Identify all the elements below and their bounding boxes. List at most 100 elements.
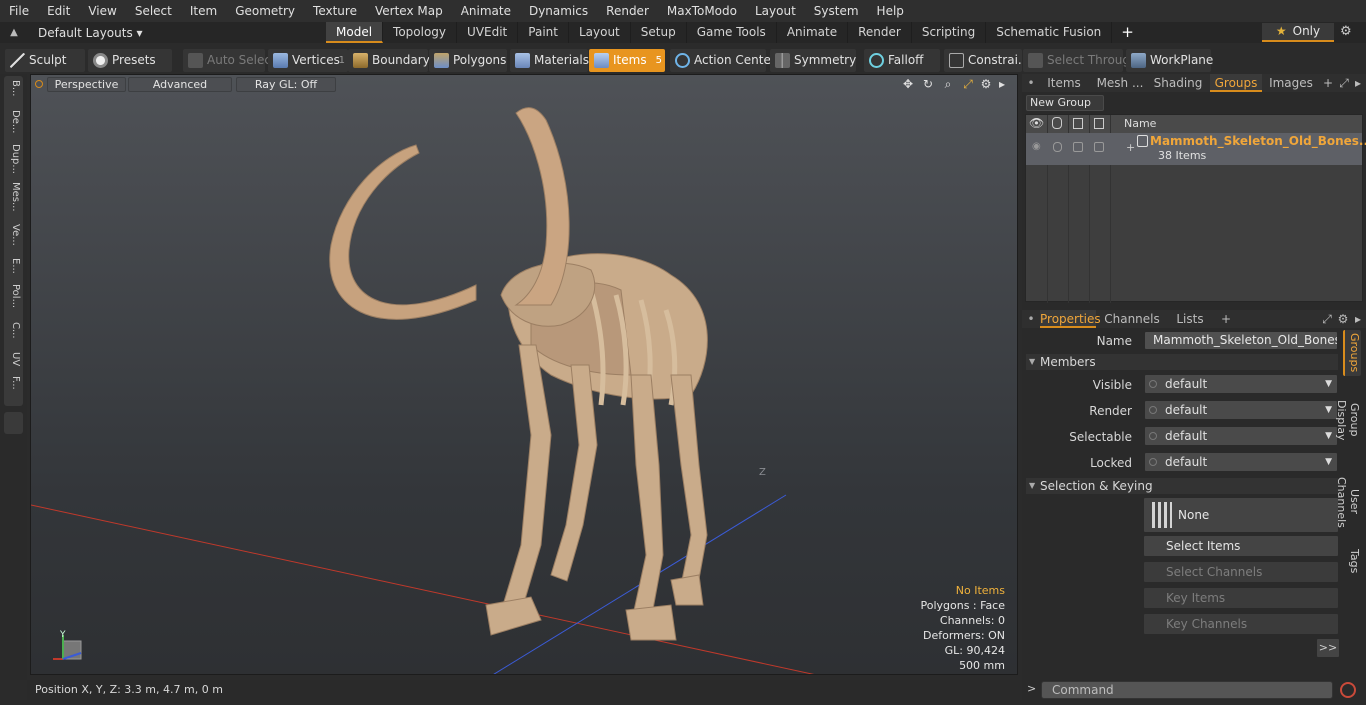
- record-icon[interactable]: [1340, 682, 1356, 698]
- visible-select[interactable]: default ▼: [1144, 374, 1338, 394]
- group-row[interactable]: ◉ + Mammoth_Skeleton_Old_Bones... 38 Ite…: [1026, 133, 1366, 165]
- tab-topology[interactable]: Topology: [383, 22, 458, 43]
- menu-geometry[interactable]: Geometry: [226, 0, 304, 22]
- tab-uvedit[interactable]: UVEdit: [457, 22, 519, 43]
- side-tab-groups[interactable]: Groups: [1343, 330, 1361, 376]
- menu-vertex-map[interactable]: Vertex Map: [366, 0, 452, 22]
- auto-select-button[interactable]: Auto Select: [183, 49, 276, 72]
- lock-icon[interactable]: [1094, 118, 1104, 129]
- falloff-button[interactable]: Falloff: [864, 49, 940, 72]
- tool-category-fusion[interactable]: F...: [6, 376, 21, 390]
- presets-button[interactable]: Presets: [88, 49, 172, 72]
- symmetry-button[interactable]: Symmetry: [770, 49, 856, 72]
- new-group-button[interactable]: New Group: [1026, 95, 1104, 111]
- tool-strip-toggle[interactable]: [4, 412, 23, 434]
- tab-setup[interactable]: Setup: [631, 22, 687, 43]
- render-select[interactable]: default ▼: [1144, 400, 1338, 420]
- menu-dynamics[interactable]: Dynamics: [520, 0, 597, 22]
- boundary-button[interactable]: Boundary: [348, 49, 430, 72]
- panel-menu-dot[interactable]: •: [1025, 74, 1037, 92]
- tab-animate[interactable]: Animate: [777, 22, 849, 43]
- properties-menu-dot[interactable]: •: [1025, 310, 1037, 328]
- ray-gl-button[interactable]: Ray GL: Off: [236, 77, 336, 92]
- group-name[interactable]: Mammoth_Skeleton_Old_Bones...: [1150, 134, 1366, 148]
- move-view-icon[interactable]: ✥: [900, 77, 916, 92]
- selectable-select[interactable]: default ▼: [1144, 426, 1338, 446]
- constrain-button[interactable]: Constrai...: [944, 49, 1029, 72]
- tool-category-mesh[interactable]: Mes...: [6, 182, 21, 212]
- column-name[interactable]: Name: [1124, 117, 1156, 130]
- tab-model[interactable]: Model: [326, 22, 384, 43]
- add-panel-tab-icon[interactable]: +: [1322, 74, 1334, 92]
- panel-arrow-icon[interactable]: ▸: [1352, 74, 1364, 92]
- viewport-settings-icon[interactable]: ⚙: [978, 77, 994, 92]
- properties-gear-icon[interactable]: ⚙: [1336, 310, 1350, 328]
- vertices-button[interactable]: Vertices 1: [268, 49, 348, 72]
- fit-view-icon[interactable]: ⤢: [960, 77, 976, 92]
- zoom-view-icon[interactable]: ⌕: [940, 77, 956, 92]
- group-name-field[interactable]: Mammoth_Skeleton_Old_Bones_Standing: [1144, 331, 1338, 350]
- advanced-shading-button[interactable]: Advanced: [128, 77, 232, 92]
- add-properties-tab-icon[interactable]: +: [1220, 310, 1232, 328]
- panel-expand-icon[interactable]: ⤢: [1337, 74, 1351, 92]
- viewport-menu-dot[interactable]: [35, 80, 43, 88]
- row-eye-icon[interactable]: ◉: [1032, 141, 1041, 152]
- menu-file[interactable]: File: [0, 0, 38, 22]
- side-tab-group-display[interactable]: Group Display: [1335, 382, 1361, 458]
- select-through-button[interactable]: Select Through: [1023, 49, 1138, 72]
- viewport-expand-icon[interactable]: ▸: [994, 77, 1010, 92]
- tab-groups[interactable]: Groups: [1210, 74, 1262, 92]
- 3d-viewport[interactable]: Z Y Perspective Advanced Ray GL: Off ✥ ↻…: [30, 74, 1018, 675]
- menu-render[interactable]: Render: [597, 0, 658, 22]
- sculpt-button[interactable]: Sculpt: [5, 49, 85, 72]
- perspective-button[interactable]: Perspective: [47, 77, 126, 92]
- selectable-icon[interactable]: [1073, 118, 1083, 129]
- tab-scripting[interactable]: Scripting: [912, 22, 987, 43]
- menu-edit[interactable]: Edit: [38, 0, 79, 22]
- tab-lists[interactable]: Lists: [1164, 310, 1216, 328]
- tool-category-b[interactable]: B...: [6, 80, 21, 96]
- key-channels-button[interactable]: Key Channels: [1143, 613, 1339, 635]
- rotate-view-icon[interactable]: ↻: [920, 77, 936, 92]
- items-button[interactable]: Items 5: [589, 49, 665, 72]
- tab-schematic-fusion[interactable]: Schematic Fusion: [986, 22, 1113, 43]
- visibility-eye-icon[interactable]: 👁: [1029, 116, 1044, 130]
- more-button[interactable]: >>: [1316, 638, 1340, 658]
- collapse-up-icon[interactable]: ▲: [0, 27, 28, 38]
- workplane-button[interactable]: WorkPlane: [1126, 49, 1213, 72]
- tool-category-polygon[interactable]: Pol...: [6, 284, 21, 308]
- tool-category-duplicate[interactable]: Dup...: [6, 144, 21, 174]
- row-render-icon[interactable]: [1053, 142, 1062, 152]
- locked-select[interactable]: default ▼: [1144, 452, 1338, 472]
- select-items-button[interactable]: Select Items: [1143, 535, 1339, 557]
- properties-arrow-icon[interactable]: ▸: [1352, 310, 1364, 328]
- tab-render[interactable]: Render: [848, 22, 912, 43]
- gear-icon[interactable]: ⚙: [1340, 24, 1358, 39]
- menu-help[interactable]: Help: [868, 0, 913, 22]
- materials-button[interactable]: Materials: [510, 49, 589, 72]
- group-expander[interactable]: +: [1126, 141, 1135, 154]
- menu-system[interactable]: System: [805, 0, 868, 22]
- key-items-button[interactable]: Key Items: [1143, 587, 1339, 609]
- side-tab-user-channels[interactable]: User Channels: [1335, 464, 1361, 540]
- tool-category-edge[interactable]: E...: [6, 258, 21, 274]
- add-tab-button[interactable]: +: [1112, 22, 1143, 43]
- menu-select[interactable]: Select: [126, 0, 181, 22]
- side-tab-tags[interactable]: Tags: [1343, 546, 1361, 576]
- menu-layout[interactable]: Layout: [746, 0, 805, 22]
- tool-category-curve[interactable]: C...: [6, 322, 21, 339]
- properties-expand-icon[interactable]: ⤢: [1320, 310, 1334, 328]
- command-input[interactable]: Command: [1041, 681, 1333, 699]
- tab-items[interactable]: Items: [1040, 74, 1088, 92]
- layouts-dropdown[interactable]: Default Layouts ▾: [28, 26, 328, 40]
- tab-game-tools[interactable]: Game Tools: [687, 22, 777, 43]
- render-icon[interactable]: [1052, 117, 1062, 129]
- menu-texture[interactable]: Texture: [304, 0, 366, 22]
- polygons-button[interactable]: Polygons: [429, 49, 507, 72]
- tab-shading[interactable]: Shading: [1150, 74, 1206, 92]
- selection-keying-section[interactable]: ▼ Selection & Keying: [1026, 478, 1338, 494]
- row-selectable-checkbox[interactable]: [1073, 142, 1083, 152]
- only-toggle[interactable]: ★ Only: [1262, 23, 1334, 42]
- tool-category-uv[interactable]: UV: [6, 352, 21, 366]
- members-section[interactable]: ▼ Members: [1026, 354, 1338, 370]
